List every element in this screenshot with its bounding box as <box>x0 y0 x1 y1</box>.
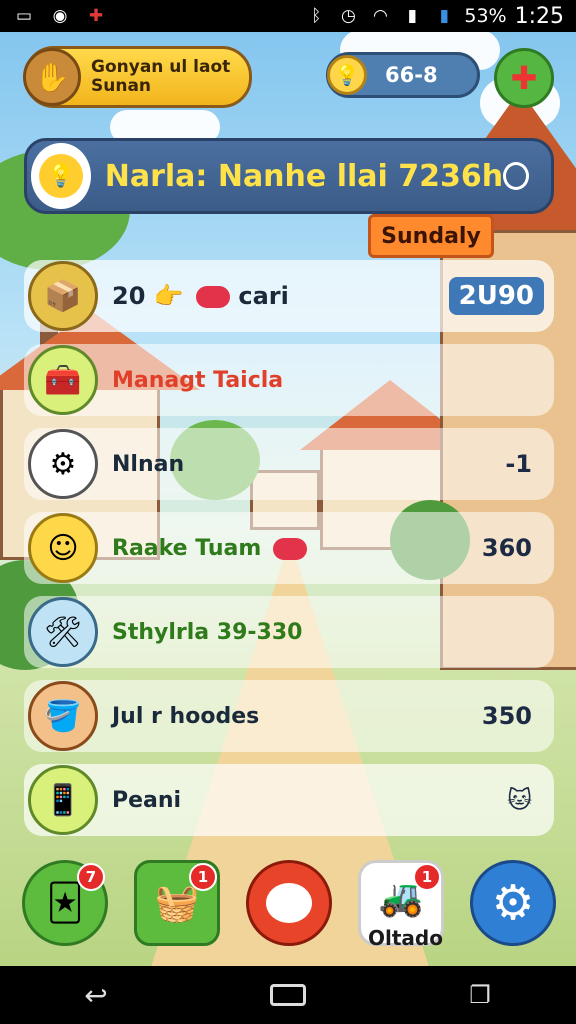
recents-icon[interactable]: ❐ <box>460 981 500 1009</box>
avatar: ✋ <box>23 48 81 106</box>
add-coins-button[interactable]: ✚ <box>494 48 554 108</box>
profile-button[interactable]: ✋ Gonyan ul laot Sunan <box>23 46 252 108</box>
navigation-bar: ↩ ❐ <box>0 966 576 1024</box>
battery-icon: ▮ <box>439 6 450 26</box>
list-item-label: Jul r hoodes <box>112 703 260 729</box>
bucket-icon: 🪣 <box>28 681 98 751</box>
banner-title: Narla: Nanhe llai 7236h <box>104 158 504 194</box>
list-item[interactable]: 🪣 Jul r hoodes 350 <box>24 680 554 752</box>
gear-icon: ⚙ <box>491 875 535 931</box>
list-item[interactable]: ⚙ Nlnan -1 <box>24 428 554 500</box>
list-item-value: 2U90 <box>448 277 544 315</box>
signal-icon: ▮ <box>407 6 418 26</box>
lightbulb-icon: 💡 <box>327 55 367 95</box>
gift-icon: ✚ <box>88 6 104 26</box>
lightbulb-icon: 💡 <box>38 154 83 198</box>
bottom-dock: 🃏 7 🧺 1 🚜 1 Oltado ⚙ <box>0 860 576 960</box>
character-icon: ☺ <box>28 513 98 583</box>
plus-icon: ✚ <box>510 59 538 97</box>
list-item-label: Nlnan <box>112 451 185 477</box>
list-item-label: Sthylrla 39-330 <box>112 619 303 645</box>
wifi-icon: ◠ <box>372 6 388 26</box>
status-bar: ▭ ◉ ✚ ᛒ ◷ ◠ ▮ ▮ 53% 1:25 <box>0 0 576 32</box>
pointing-hand-icon: 👉 <box>153 282 184 310</box>
list-item[interactable]: 🧰 Managt Taicla <box>24 344 554 416</box>
play-button[interactable] <box>246 860 332 946</box>
list-item-label: Managt Taicla <box>112 367 284 393</box>
cat-icon: 🐱 <box>506 786 532 814</box>
info-circle-icon[interactable] <box>503 162 529 190</box>
list-item-value: -1 <box>505 450 532 478</box>
back-icon[interactable]: ↩ <box>76 979 116 1012</box>
list-item[interactable]: 📦 20 👉 cari 2U90 <box>24 260 554 332</box>
box-icon: 📦 <box>28 261 98 331</box>
alarm-icon: ◷ <box>340 6 356 26</box>
notification-icon: ◉ <box>52 6 68 26</box>
battery-percent: 53% <box>464 5 507 27</box>
tag-icon <box>272 537 307 560</box>
list-item[interactable]: ☺ Raake Tuam 360 <box>24 512 554 584</box>
event-banner[interactable]: 💡 Narla: Nanhe llai 7236h <box>24 138 554 214</box>
list-item-value: 360 <box>481 534 532 562</box>
vehicle-label: Oltado <box>368 926 443 950</box>
coin-value: 66-8 <box>385 63 438 87</box>
tools-icon: 🛠 <box>28 597 98 667</box>
coin-counter[interactable]: 💡 66-8 <box>326 52 480 98</box>
banner-icon: 💡 <box>31 143 91 209</box>
list-item-label: Raake Tuam <box>112 535 262 561</box>
bluetooth-icon: ᛒ <box>311 6 322 26</box>
phone-icon: 📱 <box>28 765 98 835</box>
notification-badge: 1 <box>413 863 441 891</box>
photo-icon: ▭ <box>15 6 33 26</box>
profile-name: Gonyan ul laot <box>91 57 231 77</box>
home-icon[interactable] <box>268 982 308 1008</box>
shop-button[interactable]: 🧺 1 <box>134 860 220 946</box>
list-item-value: 350 <box>481 702 532 730</box>
settings-button[interactable]: ⚙ <box>470 860 556 946</box>
day-ribbon: Sundaly <box>368 214 494 258</box>
notification-badge: 1 <box>189 863 217 891</box>
notification-badge: 7 <box>77 863 105 891</box>
list-item-label: 20 <box>112 282 146 310</box>
profile-subtitle: Sunan <box>91 76 152 96</box>
speech-bubble-icon <box>266 883 312 923</box>
clock: 1:25 <box>514 3 564 29</box>
glasses-icon <box>196 286 231 308</box>
gear-bug-icon: ⚙ <box>28 429 98 499</box>
basket-icon: 🧺 <box>154 883 200 924</box>
list-item[interactable]: 📱 Peani 🐱 <box>24 764 554 836</box>
crate-icon: 🧰 <box>28 345 98 415</box>
list-item-label-suffix: cari <box>238 282 289 310</box>
cards-icon: 🃏 <box>46 882 84 924</box>
cards-button[interactable]: 🃏 7 <box>22 860 108 946</box>
list-item-label: Peani <box>112 787 182 813</box>
list-item[interactable]: 🛠 Sthylrla 39-330 <box>24 596 554 668</box>
